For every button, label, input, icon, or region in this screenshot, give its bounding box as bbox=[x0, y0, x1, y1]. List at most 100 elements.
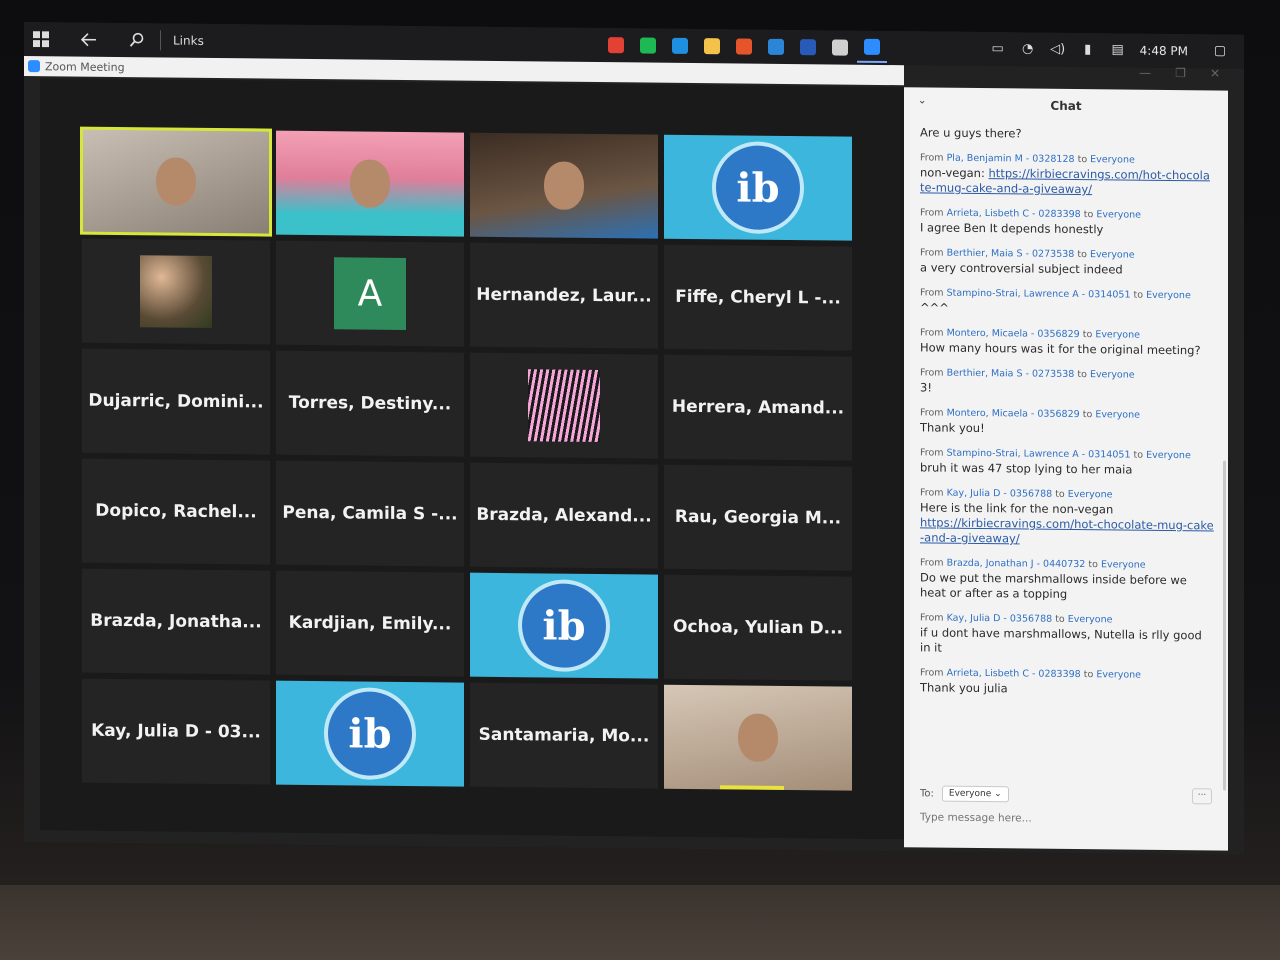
to-label: to bbox=[1055, 488, 1065, 500]
recipient-dropdown[interactable]: Everyone ⌄ bbox=[941, 785, 1009, 803]
more-options-button[interactable]: ··· bbox=[1192, 788, 1212, 805]
chat-message: From Berthier, Maia S - 0273538 to Every… bbox=[920, 365, 1214, 398]
participant-tile[interactable]: ib bbox=[470, 572, 658, 679]
participant-tile[interactable]: Pena, Camila S -... bbox=[276, 460, 464, 567]
restore-icon[interactable]: ❐ bbox=[1175, 66, 1186, 80]
participant-name: Rau, Georgia M... bbox=[674, 506, 842, 529]
recipient-value: Everyone bbox=[948, 788, 992, 800]
sender-name: Brazda, Jonathan J - 0440732 bbox=[946, 557, 1086, 571]
chat-message-text: bruh it was 47 stop lying to her maia bbox=[920, 460, 1133, 477]
file-explorer-icon[interactable] bbox=[697, 31, 727, 61]
microphone-icon[interactable]: ▮ bbox=[1080, 42, 1096, 57]
participant-tile[interactable] bbox=[470, 352, 658, 459]
chat-link[interactable]: https://kirbiecravings.com/hot-chocolate… bbox=[920, 515, 1214, 545]
to-label: to bbox=[1082, 329, 1093, 341]
sender-name: Berthier, Maia S - 0273538 bbox=[946, 247, 1075, 260]
participant-tile[interactable] bbox=[82, 238, 270, 345]
profile-picture bbox=[528, 369, 600, 443]
recipient-name: Everyone bbox=[1146, 289, 1191, 302]
close-icon[interactable]: ✕ bbox=[1210, 66, 1220, 80]
back-arrow-icon[interactable] bbox=[72, 23, 106, 57]
background-floor bbox=[0, 885, 1280, 960]
participant-tile[interactable]: Dujarric, Domini... bbox=[82, 348, 270, 455]
office-icon[interactable] bbox=[729, 31, 759, 61]
participant-name: Brazda, Alexand... bbox=[476, 504, 652, 527]
spotify-icon-glyph bbox=[639, 37, 656, 54]
chat-message: From Arrieta, Lisbeth C - 0283398 to Eve… bbox=[920, 665, 1214, 698]
participant-tile[interactable]: ib bbox=[664, 134, 852, 241]
clock[interactable]: 4:48 PM bbox=[1140, 44, 1188, 59]
participant-tile[interactable]: ib bbox=[276, 680, 464, 787]
zoom-icon[interactable] bbox=[856, 32, 887, 64]
participant-tile[interactable]: Brazda, Alexand... bbox=[470, 462, 658, 569]
participant-tile[interactable] bbox=[80, 126, 272, 237]
ib-logo-icon: ib bbox=[712, 141, 804, 235]
from-label: From bbox=[920, 557, 944, 569]
participant-video bbox=[738, 713, 778, 762]
word-icon[interactable] bbox=[793, 32, 823, 62]
gallery-grid: ib A Hernandez, Laur... Fiffe, Cheryl L -..… bbox=[80, 126, 854, 791]
participant-tile[interactable]: Kardjian, Emily... bbox=[276, 570, 464, 677]
to-label: to bbox=[1077, 369, 1087, 381]
participant-tile[interactable]: Santamaria, Mo... bbox=[470, 682, 658, 789]
notifications-icon[interactable]: ▢ bbox=[1212, 43, 1228, 58]
message-input[interactable] bbox=[920, 811, 1200, 827]
spotify-icon[interactable] bbox=[633, 30, 663, 60]
participant-tile[interactable] bbox=[276, 130, 464, 237]
chat-message: From Pla, Benjamin M - 0328128 to Everyo… bbox=[920, 150, 1214, 198]
recipient-label: To: bbox=[920, 787, 934, 800]
participant-video bbox=[350, 159, 390, 208]
participant-tile[interactable]: Rau, Georgia M... bbox=[664, 464, 852, 571]
chevron-down-icon[interactable]: ⌄ bbox=[918, 95, 926, 106]
participant-tile[interactable]: Kay, Julia D - 03... bbox=[82, 678, 270, 785]
settings-icon[interactable] bbox=[825, 32, 855, 62]
ib-logo-icon: ib bbox=[324, 687, 416, 781]
participant-video bbox=[156, 157, 196, 206]
chat-message-text: Thank you! bbox=[920, 420, 985, 436]
participant-tile[interactable]: Fiffe, Cheryl L -... bbox=[664, 244, 852, 351]
from-label: From bbox=[920, 327, 944, 339]
chat-message-text: Here is the link for the non-vegan bbox=[920, 500, 1114, 517]
participant-tile[interactable]: Herrera, Amand... bbox=[664, 354, 852, 461]
chat-message: From Kay, Julia D - 0356788 to Everyone H… bbox=[920, 485, 1214, 548]
windows-start-icon[interactable] bbox=[24, 22, 58, 56]
word-icon-glyph bbox=[799, 39, 816, 56]
active-speaker-indicator bbox=[720, 785, 784, 790]
chat-message-body: Thank you! bbox=[920, 420, 1214, 438]
participant-tile[interactable]: Torres, Destiny... bbox=[276, 350, 464, 457]
participant-tile[interactable]: Dopico, Rachel... bbox=[82, 458, 270, 565]
keyboard-icon[interactable]: ▤ bbox=[1110, 42, 1126, 57]
chat-messages[interactable]: Are u guys there? From Pla, Benjamin M -… bbox=[904, 121, 1228, 698]
chat-message-text: How many hours was it for the original m… bbox=[920, 340, 1201, 358]
chat-message-body: Here is the link for the non-vegan https:… bbox=[920, 500, 1214, 548]
battery-icon[interactable]: ▭ bbox=[990, 41, 1006, 56]
wifi-icon[interactable]: ◔ bbox=[1020, 41, 1036, 56]
chat-composer: To: Everyone ⌄ ··· bbox=[920, 785, 1212, 827]
participant-name: Dujarric, Domini... bbox=[88, 390, 264, 413]
search-icon[interactable] bbox=[120, 23, 154, 57]
chat-message: From Stampino-Strai, Lawrence A - 031405… bbox=[920, 445, 1214, 478]
minimize-icon[interactable]: — bbox=[1139, 66, 1151, 80]
links-toolbar[interactable]: Links bbox=[167, 33, 210, 48]
participant-tile[interactable]: Brazda, Jonatha... bbox=[82, 568, 270, 675]
edge-icon[interactable] bbox=[665, 31, 695, 61]
sender-name: Berthier, Maia S - 0273538 bbox=[946, 367, 1075, 380]
window-controls: — ❐ ✕ bbox=[1139, 66, 1220, 81]
participant-tile[interactable] bbox=[664, 684, 852, 791]
recipient-name: Everyone bbox=[1095, 329, 1140, 341]
participant-tile[interactable]: Ochoa, Yulian D... bbox=[664, 574, 852, 681]
volume-icon[interactable]: ◁) bbox=[1050, 42, 1066, 57]
participant-tile[interactable] bbox=[470, 132, 658, 239]
participant-tile[interactable]: A bbox=[276, 240, 464, 347]
chat-message-body: ^^^ bbox=[920, 300, 1214, 318]
chrome-icon[interactable] bbox=[601, 30, 631, 60]
participant-tile[interactable]: Hernandez, Laur... bbox=[470, 242, 658, 349]
screen: Links ▭ ◔ ◁) ▮ ▤ 4:48 PM ▢ Zoom Meeting … bbox=[24, 22, 1244, 855]
to-label: to bbox=[1088, 559, 1098, 571]
from-label: From bbox=[920, 667, 944, 679]
chat-scrollbar[interactable] bbox=[1223, 460, 1226, 791]
mail-icon[interactable] bbox=[761, 32, 791, 62]
recipient-name: Everyone bbox=[1096, 209, 1142, 221]
from-label: From bbox=[920, 152, 944, 164]
taskbar-apps bbox=[600, 30, 888, 64]
